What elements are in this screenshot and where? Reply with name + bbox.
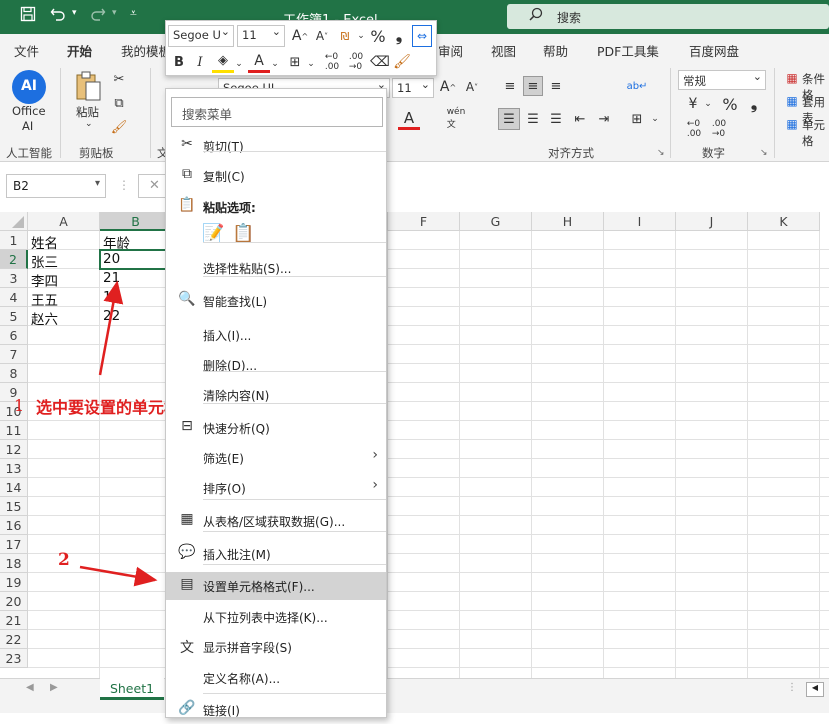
menu-item-label: 粘贴选项: — [203, 201, 256, 215]
hscroll-grip[interactable]: ⋮ — [787, 682, 797, 693]
submenu-chevron-icon: › — [372, 447, 378, 463]
status-bar — [0, 700, 829, 713]
paste-options-row: 📝 📋 — [202, 223, 262, 249]
menu-separator — [203, 693, 386, 694]
mini-merge-icon[interactable]: ⇔ — [412, 25, 432, 47]
mini-toolbar: Segoe U 11 A^ A˅ ₪ ⌄ % ❟ ⇔ B I ◈ ⌄ A ⌄ ⊞… — [165, 20, 437, 76]
menu-item-label: 复制(C) — [203, 170, 245, 184]
mini-increase-decimal-icon[interactable]: ←0.00 — [320, 51, 344, 73]
mini-increase-font-icon[interactable]: A ^ — [290, 25, 310, 47]
annotation-arrow-2 — [79, 565, 158, 587]
mini-font-size-combo[interactable]: 11 — [237, 25, 285, 47]
menu-item-label: 插入(I)... — [203, 329, 252, 343]
menu-item-0[interactable]: ✂ 剪切(T) — [166, 132, 386, 160]
menu-separator — [203, 499, 386, 500]
menu-separator — [203, 564, 386, 565]
menu-item-1[interactable]: ⧉ 复制(C) — [166, 162, 386, 190]
menu-item-label: 从表格/区域获取数据(G)... — [203, 515, 346, 529]
menu-item-label: 智能查找(L) — [203, 295, 268, 309]
menu-item-label: 快速分析(Q) — [203, 422, 270, 436]
sheet-tab-bar: ◀ ▶ Sheet1 ⋮ ◀ — [0, 678, 829, 700]
mini-font-name-combo[interactable]: Segoe U — [168, 25, 234, 47]
paste-values-icon[interactable]: 📋 — [232, 223, 254, 244]
menu-item-4[interactable]: 🔍 智能查找(L) — [166, 287, 386, 315]
mini-comma-icon[interactable]: ❟ — [390, 25, 408, 47]
annotation-step2-number: 2 — [58, 550, 70, 570]
annotation-step1-number: 1 — [14, 396, 25, 415]
menu-item-10[interactable]: 排序(O) › — [166, 474, 386, 502]
context-menu-search[interactable]: 搜索菜单 — [171, 97, 383, 127]
menu-item-label: 设置单元格格式(F)... — [203, 580, 315, 594]
menu-item-label: 筛选(E) — [203, 452, 244, 466]
mini-format-painter-icon[interactable]: 🖌 — [392, 51, 412, 73]
menu-item-8[interactable]: ⊟ 快速分析(Q) — [166, 414, 386, 442]
menu-item-7[interactable]: 清除内容(N) — [166, 381, 386, 409]
menu-separator — [203, 531, 386, 532]
menu-item-label: 剪切(T) — [203, 140, 244, 154]
paste-icon: 📋 — [178, 197, 196, 213]
smart-lookup-icon: 🔍 — [178, 291, 196, 307]
annotation-arrows — [79, 280, 158, 587]
menu-separator — [203, 151, 386, 152]
mini-decrease-decimal-icon[interactable]: .00 →0 — [344, 51, 368, 73]
mini-fill-dropdown-icon[interactable]: ⌄ — [234, 57, 244, 71]
scroll-left-button[interactable]: ◀ — [806, 682, 824, 697]
menu-item-label: 显示拼音字段(S) — [203, 641, 292, 655]
annotation-arrow-1 — [98, 280, 124, 376]
menu-item-13[interactable]: ▤ 设置单元格格式(F)... — [166, 572, 386, 600]
next-sheet-icon[interactable]: ▶ — [50, 682, 58, 693]
mini-currency-dropdown-icon[interactable]: ⌄ — [356, 29, 366, 43]
mini-decrease-font-icon[interactable]: A ˅ — [312, 25, 332, 47]
menu-item-label: 从下拉列表中选择(K)... — [203, 611, 328, 625]
comment-icon: 💬 — [178, 544, 196, 560]
menu-item-label: 排序(O) — [203, 482, 246, 496]
paste-default-icon[interactable]: 📝 — [202, 223, 224, 244]
menu-item-16[interactable]: 定义名称(A)... — [166, 664, 386, 692]
phonetic-icon: 文 — [180, 640, 194, 656]
menu-item-6[interactable]: 删除(D)... — [166, 351, 386, 379]
menu-item-label: 定义名称(A)... — [203, 672, 281, 686]
mini-borders-dropdown-icon[interactable]: ⌄ — [306, 57, 316, 71]
menu-separator — [203, 242, 386, 243]
menu-separator — [203, 276, 386, 277]
menu-item-label: 清除内容(N) — [203, 389, 270, 403]
mini-borders-icon[interactable]: ⊞ — [284, 51, 306, 73]
menu-item-label: 链接(I) — [203, 704, 240, 718]
menu-item-label: 插入批注(M) — [203, 548, 271, 562]
mini-italic-button[interactable]: I — [190, 51, 210, 73]
quick-analysis-icon: ⊟ — [181, 418, 193, 434]
menu-item-label: 选择性粘贴(S)... — [203, 262, 292, 276]
context-menu: 搜索菜单 ✂ 剪切(T) ⧉ 复制(C) 📋 粘贴选项: 选择性粘贴(S)... 🔍 智能查找(… — [165, 88, 387, 718]
mini-font-color-icon[interactable]: A — [248, 51, 270, 73]
copy-icon: ⧉ — [182, 166, 192, 182]
mini-bold-button[interactable]: B — [168, 51, 190, 73]
format-cells-icon: ▤ — [180, 576, 194, 592]
mini-font-color-dropdown-icon[interactable]: ⌄ — [270, 57, 280, 71]
menu-separator — [203, 403, 386, 404]
menu-item-9[interactable]: 筛选(E) › — [166, 444, 386, 472]
table-icon: ▦ — [180, 511, 194, 527]
submenu-chevron-icon: › — [372, 477, 378, 493]
mini-percent-icon[interactable]: % — [368, 25, 388, 47]
menu-item-5[interactable]: 插入(I)... — [166, 321, 386, 349]
mini-fill-color-icon[interactable]: ◈ — [212, 51, 234, 73]
menu-item-15[interactable]: 文显示拼音字段(S) — [166, 633, 386, 661]
sheet-tab-sheet1[interactable]: Sheet1 — [100, 678, 164, 700]
link-icon: 🔗 — [178, 700, 196, 716]
menu-item-2: 📋 粘贴选项: — [166, 193, 386, 221]
mini-currency-icon[interactable]: ₪ — [334, 25, 356, 47]
prev-sheet-icon[interactable]: ◀ — [26, 682, 34, 693]
annotation-step1-text: 选中要设置的单元格 — [36, 398, 181, 417]
mini-delete-icon[interactable]: ⌫ — [370, 51, 390, 73]
menu-separator — [203, 371, 386, 372]
cut-icon: ✂ — [181, 136, 193, 152]
menu-item-14[interactable]: 从下拉列表中选择(K)... — [166, 603, 386, 631]
menu-item-17[interactable]: 🔗 链接(I) — [166, 696, 386, 724]
menu-item-3[interactable]: 选择性粘贴(S)... — [166, 254, 386, 282]
